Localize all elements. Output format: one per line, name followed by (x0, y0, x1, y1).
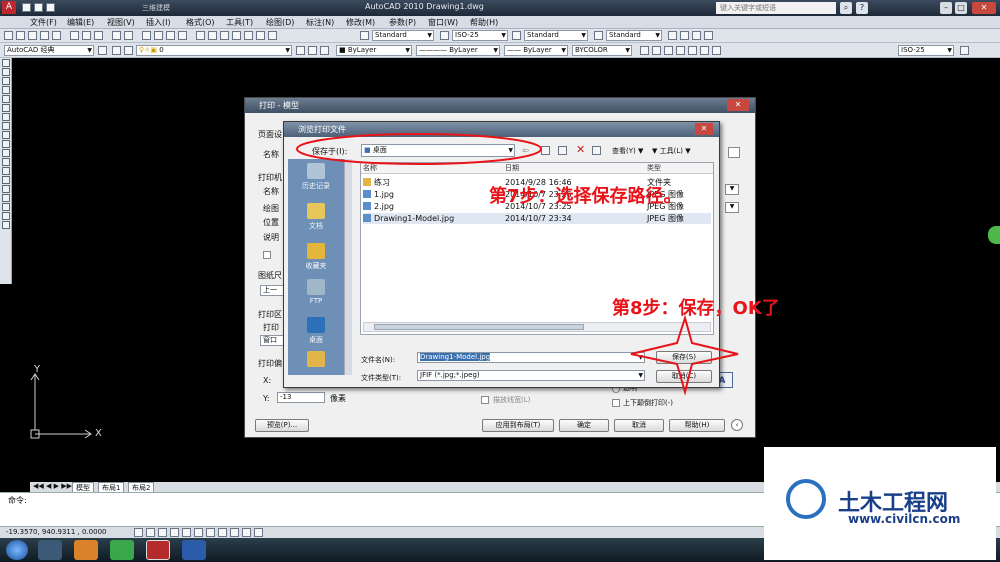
taskbar-media-icon[interactable] (74, 540, 98, 560)
save-button-star (630, 314, 739, 396)
qp-icon[interactable] (242, 528, 251, 537)
watermark-logo-icon (786, 479, 826, 519)
osnap-icon[interactable] (182, 528, 191, 537)
lwt-icon[interactable] (230, 528, 239, 537)
command-prompt: 命令: (8, 496, 27, 505)
watermark-url: www.civilcn.com (848, 512, 961, 526)
tab-nav-icons[interactable]: ◀◀ ◀ ▶ ▶▶ (30, 482, 75, 490)
taskbar-browser-icon[interactable] (110, 540, 134, 560)
save-in-highlight (296, 133, 542, 165)
coordinates-readout: -19.3570, 940.9311 , 0.0000 (6, 528, 107, 536)
polar-icon[interactable] (170, 528, 179, 537)
otrack-icon[interactable] (194, 528, 203, 537)
dyn-icon[interactable] (218, 528, 227, 537)
ducs-icon[interactable] (206, 528, 215, 537)
watermark: 土木工程网 www.civilcn.com (764, 447, 996, 560)
grid-icon[interactable] (146, 528, 155, 537)
step8-annotation: 第8步：保存，OK了 (612, 298, 780, 319)
step7-annotation: 第7步：选择保存路径。 (489, 186, 682, 207)
taskbar-autocad-icon[interactable] (146, 540, 170, 560)
model-space-icon[interactable] (254, 528, 263, 537)
taskbar-word-icon[interactable] (182, 540, 206, 560)
start-button-icon[interactable] (6, 540, 28, 560)
taskbar-explorer-icon[interactable] (38, 540, 62, 560)
snap-icon[interactable] (134, 528, 143, 537)
ortho-icon[interactable] (158, 528, 167, 537)
